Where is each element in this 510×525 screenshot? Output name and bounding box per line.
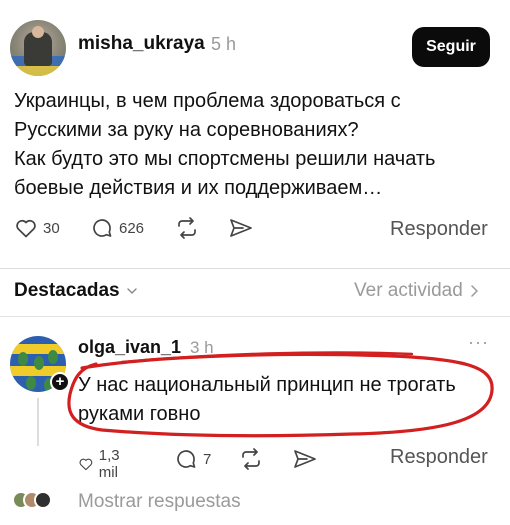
- avatar-stripe: [10, 344, 66, 354]
- view-activity-link[interactable]: Ver actividad: [354, 280, 479, 302]
- speech-bubble-icon: [93, 219, 112, 237]
- comment-timestamp: 3 h: [190, 338, 214, 357]
- comment-comment-button[interactable]: 7: [174, 447, 211, 471]
- send-icon: [294, 450, 316, 468]
- show-replies-link[interactable]: Mostrar respuestas: [78, 491, 241, 513]
- comment-author-username[interactable]: olga_ivan_1: [78, 337, 181, 358]
- heart-icon: [79, 458, 93, 471]
- post-comment-count: 626: [119, 219, 145, 237]
- post-text-line: боевые действия и их поддерживаем…: [14, 177, 383, 199]
- ellipsis-icon[interactable]: ···: [468, 332, 489, 353]
- comment-text-line: У нас национальный принцип не трогать: [78, 374, 456, 396]
- post-comment-button[interactable]: 626: [90, 216, 144, 240]
- post-text-line: Как будто это мы спортсмены решили начат…: [14, 148, 436, 170]
- featured-label: Destacadas: [14, 280, 120, 301]
- post-like-count: 30: [43, 219, 60, 237]
- avatar-leaf: [48, 350, 58, 364]
- post-text: Украинцы, в чем проблема здороваться с Р…: [14, 87, 494, 203]
- post-author-avatar[interactable]: [10, 20, 66, 76]
- post-text-line: Украинцы, в чем проблема здороваться с: [14, 90, 401, 112]
- post-repost-button[interactable]: [174, 216, 200, 240]
- chevron-down-icon: [126, 288, 137, 294]
- section-divider: [0, 316, 510, 317]
- post-reply-button[interactable]: Responder: [390, 218, 488, 241]
- section-divider: [0, 268, 510, 269]
- comment-like-button[interactable]: 1,3 mil: [78, 447, 128, 481]
- heart-icon: [16, 219, 36, 238]
- post-share-button[interactable]: [228, 216, 254, 240]
- view-activity-label: Ver actividad: [354, 280, 463, 301]
- avatar-leaf: [18, 352, 28, 366]
- avatar-head: [32, 26, 44, 38]
- comment-text: У нас национальный принцип не трогать ру…: [78, 371, 488, 429]
- comment-comment-count: 7: [203, 450, 212, 468]
- post-like-button[interactable]: 30: [14, 216, 60, 240]
- reply-avatars: [12, 491, 64, 511]
- send-icon: [230, 219, 252, 237]
- avatar-leaf: [26, 376, 36, 390]
- chevron-right-icon: [471, 285, 478, 297]
- featured-filter-dropdown[interactable]: Destacadas: [14, 280, 138, 302]
- comment-text-line: руками говно: [78, 403, 201, 425]
- comment-share-button[interactable]: [292, 447, 318, 471]
- post-text-line: Русскими за руку на соревнованиях?: [14, 119, 359, 141]
- follow-button[interactable]: Seguir: [412, 27, 490, 67]
- comment-reply-button[interactable]: Responder: [390, 446, 488, 469]
- comment-like-count: 1,3 mil: [98, 447, 120, 481]
- thread-line: [37, 398, 39, 446]
- comment-repost-button[interactable]: [238, 447, 264, 471]
- speech-bubble-icon: [177, 450, 196, 468]
- post-author-username[interactable]: misha_ukraya: [78, 33, 205, 55]
- repost-icon: [178, 217, 196, 239]
- plus-icon[interactable]: +: [50, 372, 70, 392]
- repost-icon: [242, 448, 260, 470]
- avatar-leaf: [34, 356, 44, 370]
- reply-avatar: [34, 491, 52, 509]
- post-timestamp: 5 h: [211, 34, 237, 54]
